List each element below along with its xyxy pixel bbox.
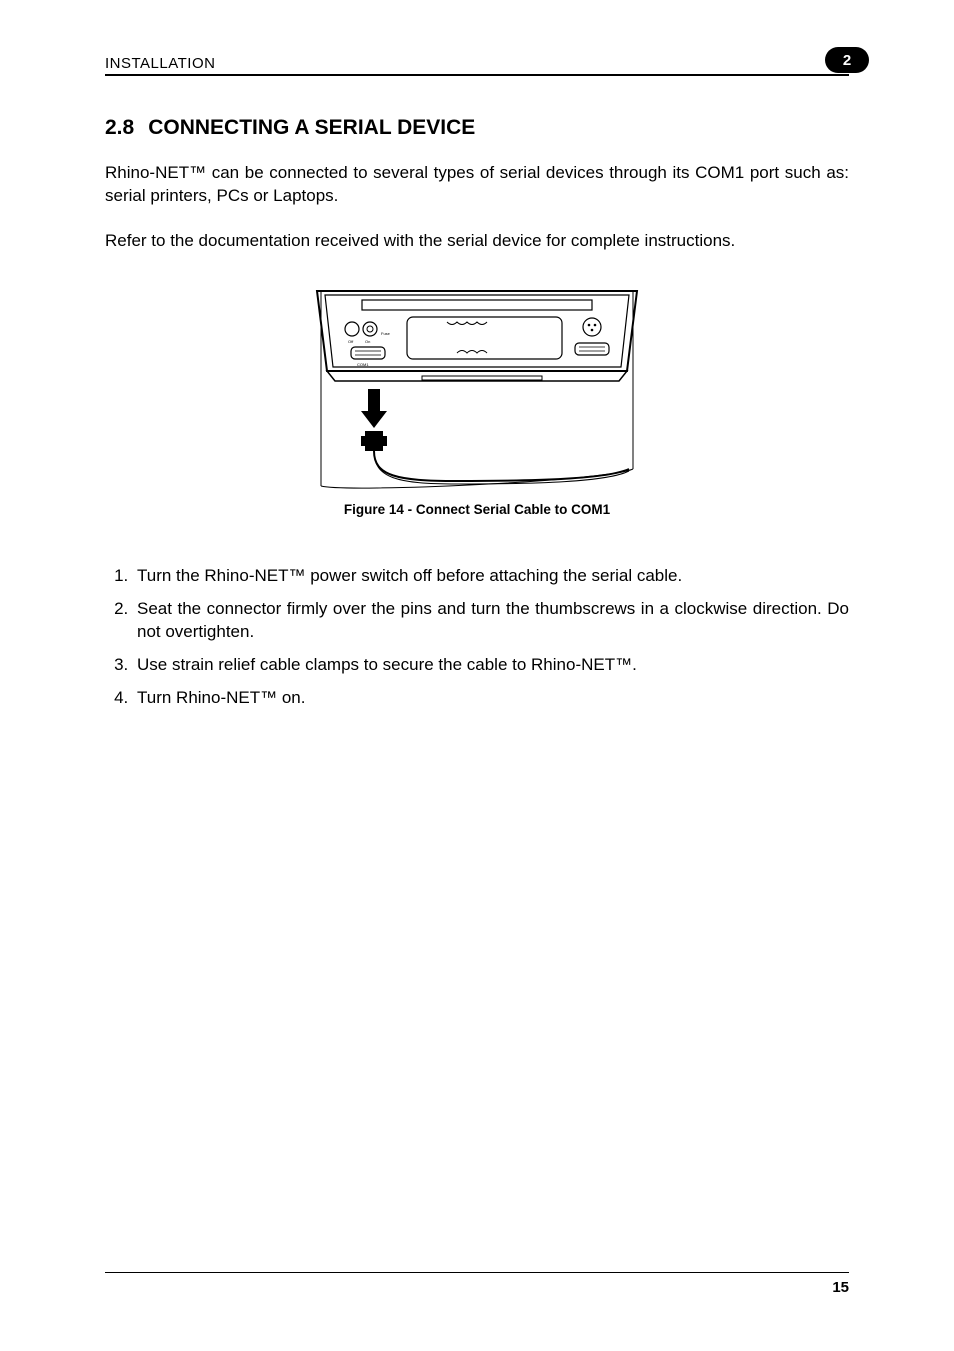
intro-paragraph-1: Rhino-NET™ can be connected to several t… <box>105 162 849 208</box>
svg-text:COM1: COM1 <box>357 362 369 367</box>
step-item: Use strain relief cable clamps to secure… <box>133 654 849 677</box>
page-footer: 15 <box>105 1272 849 1296</box>
figure: Off On Fuse COM1 <box>105 281 849 517</box>
svg-text:Off: Off <box>348 339 354 344</box>
step-item: Seat the connector firmly over the pins … <box>133 598 849 644</box>
page-number: 15 <box>832 1279 849 1296</box>
steps-list: Turn the Rhino-NET™ power switch off bef… <box>105 565 849 710</box>
header-title: INSTALLATION <box>105 55 215 72</box>
svg-text:On: On <box>365 339 370 344</box>
chapter-badge: 2 <box>825 47 869 73</box>
section-title: CONNECTING A SERIAL DEVICE <box>148 116 475 140</box>
page: INSTALLATION 2 2.8 CONNECTING A SERIAL D… <box>0 0 954 1351</box>
figure-caption: Figure 14 - Connect Serial Cable to COM1 <box>344 502 610 517</box>
intro-paragraph-2: Refer to the documentation received with… <box>105 230 849 253</box>
device-illustration: Off On Fuse COM1 <box>307 281 647 496</box>
svg-text:Fuse: Fuse <box>381 331 391 336</box>
step-item: Turn the Rhino-NET™ power switch off bef… <box>133 565 849 588</box>
page-header: INSTALLATION 2 <box>105 55 849 76</box>
section-number: 2.8 <box>105 116 134 140</box>
section-heading: 2.8 CONNECTING A SERIAL DEVICE <box>105 116 849 140</box>
step-item: Turn Rhino-NET™ on. <box>133 687 849 710</box>
